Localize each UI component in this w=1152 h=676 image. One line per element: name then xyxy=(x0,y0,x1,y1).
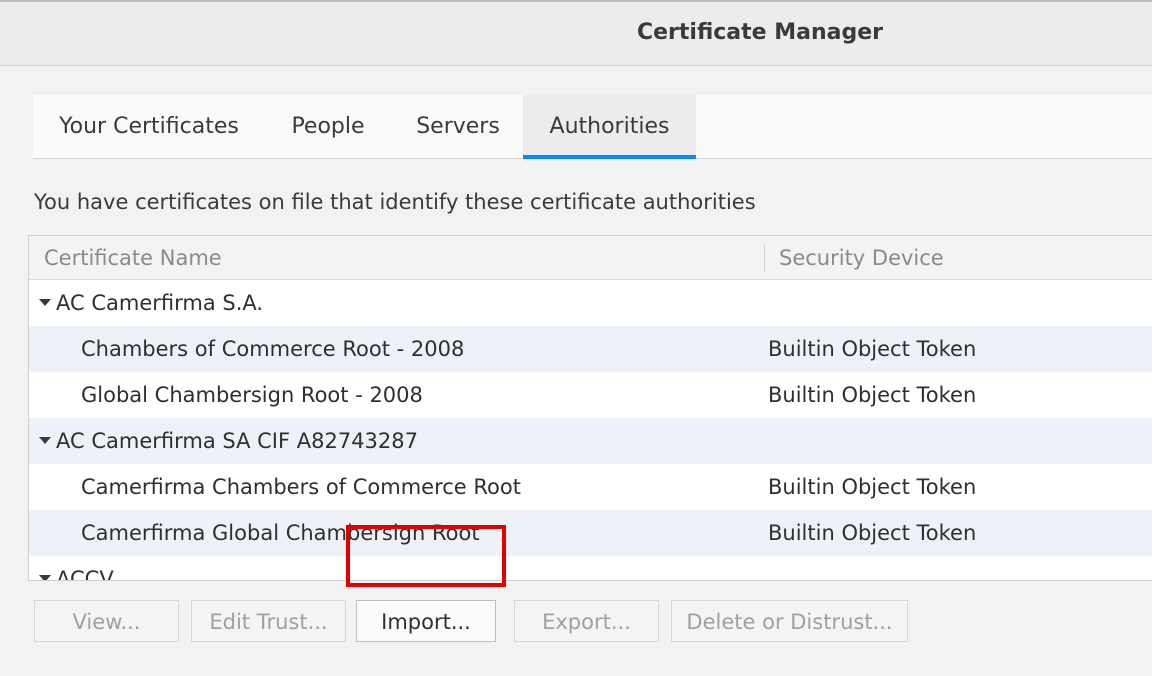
column-certificate-name[interactable]: Certificate Name xyxy=(44,236,222,280)
window-title: Certificate Manager xyxy=(636,20,884,45)
delete-or-distrust-button[interactable]: Delete or Distrust... xyxy=(671,600,908,642)
expand-triangle-icon[interactable] xyxy=(39,575,51,580)
group-name: AC Camerfirma SA CIF A82743287 xyxy=(56,429,418,453)
certificate-name: Chambers of Commerce Root - 2008 xyxy=(81,337,465,361)
table-row[interactable]: Global Chambersign Root - 2008 Builtin O… xyxy=(29,372,1152,418)
security-device: Builtin Object Token xyxy=(768,383,977,407)
tree-group-row[interactable]: AC Camerfirma SA CIF A82743287 xyxy=(29,418,1152,464)
title-bar: Certificate Manager xyxy=(0,0,1152,66)
table-row[interactable]: Camerfirma Chambers of Commerce Root Bui… xyxy=(29,464,1152,510)
import-highlight-box xyxy=(346,525,506,587)
expand-triangle-icon[interactable] xyxy=(39,437,51,444)
button-row: View... Edit Trust... Import... Export..… xyxy=(0,600,1152,644)
column-security-device[interactable]: Security Device xyxy=(779,236,944,280)
group-name: AC Camerfirma S.A. xyxy=(56,291,264,315)
tree-group-row[interactable]: AC Camerfirma S.A. xyxy=(29,280,1152,326)
table-row[interactable]: Chambers of Commerce Root - 2008 Builtin… xyxy=(29,326,1152,372)
dialog-content: Your Certificates People Servers Authori… xyxy=(0,66,1152,676)
tab-your-certificates[interactable]: Your Certificates xyxy=(33,95,265,158)
column-separator[interactable] xyxy=(764,244,765,272)
security-device: Builtin Object Token xyxy=(768,337,977,361)
table-row[interactable]: Camerfirma Global Chambersign Root Built… xyxy=(29,510,1152,556)
tab-bar: Your Certificates People Servers Authori… xyxy=(33,95,1152,159)
edit-trust-button[interactable]: Edit Trust... xyxy=(191,600,346,642)
tree-header: Certificate Name Security Device xyxy=(29,236,1152,280)
certificate-name: Global Chambersign Root - 2008 xyxy=(81,383,423,407)
import-button[interactable]: Import... xyxy=(356,600,496,642)
tab-servers[interactable]: Servers xyxy=(393,95,523,158)
tab-people[interactable]: People xyxy=(269,95,387,158)
export-button[interactable]: Export... xyxy=(514,600,659,642)
security-device: Builtin Object Token xyxy=(768,521,977,545)
tree-group-row[interactable]: ACCV xyxy=(29,556,1152,581)
view-button[interactable]: View... xyxy=(34,600,179,642)
authorities-description: You have certificates on file that ident… xyxy=(34,190,756,214)
certificate-name: Camerfirma Chambers of Commerce Root xyxy=(81,475,521,499)
certificate-tree[interactable]: Certificate Name Security Device AC Came… xyxy=(28,235,1152,581)
group-name: ACCV xyxy=(56,567,114,581)
security-device: Builtin Object Token xyxy=(768,475,977,499)
expand-triangle-icon[interactable] xyxy=(39,299,51,306)
tab-authorities[interactable]: Authorities xyxy=(523,95,696,159)
